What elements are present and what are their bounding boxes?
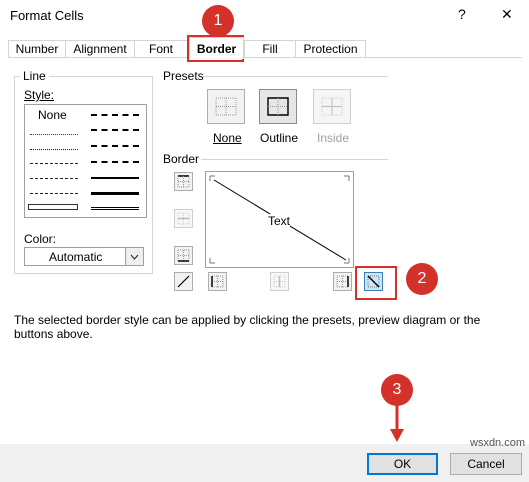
- watermark-text: wsxdn.com: [470, 437, 526, 449]
- color-dropdown-value: Automatic: [49, 250, 103, 264]
- line-style-dash-dot[interactable]: [30, 178, 78, 179]
- hint-text: The selected border style can be applied…: [14, 313, 481, 341]
- preset-outline-label: Outline: [260, 131, 299, 145]
- preset-outline-button[interactable]: [259, 89, 297, 124]
- help-button[interactable]: ?: [458, 6, 466, 22]
- border-inside-vertical-button: [270, 272, 289, 291]
- line-style-dotted[interactable]: [30, 149, 78, 150]
- color-label: Color:: [24, 232, 57, 246]
- presets-divider: [203, 76, 388, 77]
- line-style-medium[interactable]: [91, 177, 139, 179]
- line-style-dash-dot-dot[interactable]: [30, 163, 78, 164]
- border-bottom-button[interactable]: [174, 246, 193, 265]
- line-style-double[interactable]: [91, 207, 139, 210]
- line-style-slant-dash-dot[interactable]: [91, 129, 139, 131]
- border-bottom-icon: [177, 249, 190, 262]
- border-heading: Border: [163, 152, 200, 166]
- tab-number[interactable]: Number: [8, 40, 66, 57]
- preset-outline-icon: [267, 97, 289, 116]
- preset-none-label: None: [213, 131, 242, 145]
- line-style-list[interactable]: None: [24, 104, 147, 218]
- preset-inside-icon: [321, 97, 343, 116]
- line-heading: Line: [20, 69, 49, 83]
- presets-heading: Presets: [163, 69, 204, 83]
- border-left-button[interactable]: [208, 272, 227, 291]
- close-button[interactable]: ✕: [501, 6, 513, 23]
- border-right-icon: [336, 275, 349, 288]
- border-top-icon: [177, 175, 190, 188]
- border-inside-vertical-icon: [273, 275, 286, 288]
- border-preview[interactable]: Text: [205, 171, 354, 268]
- tab-alignment[interactable]: Alignment: [65, 40, 135, 57]
- line-style-thin-selected[interactable]: [28, 204, 78, 210]
- annotation-badge-2: 2: [406, 263, 438, 295]
- dialog-title: Format Cells: [10, 8, 84, 23]
- line-style-medium-dashed[interactable]: [91, 161, 139, 163]
- preset-inside-label: Inside: [317, 131, 350, 145]
- style-label: Style:: [24, 88, 55, 102]
- line-style-medium-dash-dot-dot[interactable]: [91, 114, 139, 116]
- tab-border[interactable]: Border: [189, 37, 244, 59]
- border-diagonal-up-button[interactable]: [174, 272, 193, 291]
- border-top-button[interactable]: [174, 172, 193, 191]
- cancel-button[interactable]: Cancel: [450, 453, 522, 475]
- annotation-arrow-icon: [390, 405, 404, 442]
- preview-text: Text: [268, 214, 291, 228]
- tab-fill[interactable]: Fill: [244, 40, 296, 57]
- line-style-medium-dash-dot[interactable]: [91, 145, 139, 147]
- border-inside-horizontal-icon: [177, 212, 190, 225]
- tab-font[interactable]: Font: [134, 40, 188, 57]
- line-style-none[interactable]: None: [38, 108, 67, 122]
- diagonal-down-highlight: [355, 266, 397, 300]
- chevron-down-icon[interactable]: [125, 248, 143, 265]
- line-style-thick[interactable]: [91, 192, 139, 195]
- line-style-hair[interactable]: [30, 134, 78, 135]
- diagonal-up-icon: [177, 275, 190, 288]
- preset-none-button[interactable]: [207, 89, 245, 124]
- preset-inside-button: [313, 89, 351, 124]
- tab-strip-divider: [8, 57, 522, 58]
- preset-none-icon: [215, 97, 237, 116]
- annotation-badge-1: 1: [202, 5, 234, 37]
- color-dropdown[interactable]: Automatic: [24, 247, 144, 266]
- border-divider: [201, 159, 388, 160]
- annotation-badge-3: 3: [381, 374, 413, 406]
- line-style-dashed[interactable]: [30, 193, 78, 194]
- ok-button[interactable]: OK: [367, 453, 438, 475]
- tab-protection[interactable]: Protection: [295, 40, 366, 57]
- border-inside-horizontal-button: [174, 209, 193, 228]
- border-right-button[interactable]: [333, 272, 352, 291]
- border-left-icon: [211, 275, 224, 288]
